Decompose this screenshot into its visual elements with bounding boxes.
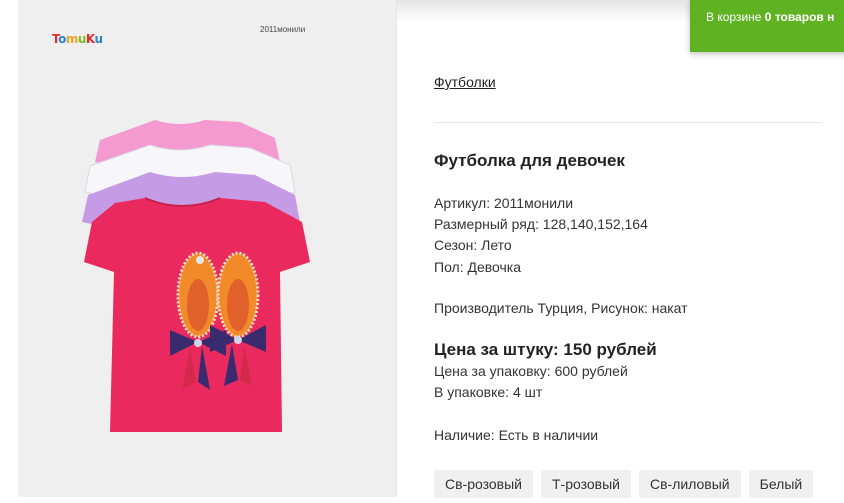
divider [434, 122, 822, 123]
article-text: Артикул: 2011монили [434, 195, 574, 211]
variant-light-lilac-button[interactable]: Св-лиловый [639, 470, 741, 498]
variant-light-pink-button[interactable]: Св-розовый [434, 470, 533, 498]
cart-count: 0 [764, 10, 772, 24]
product-title: Футболка для девочек [434, 151, 625, 170]
sizes-text: Размерный ряд: 128,140,152,164 [434, 216, 648, 232]
cart-banner[interactable]: В корзине 0 товаров н [690, 0, 844, 52]
pack-quantity: В упаковке: 4 шт [434, 384, 543, 400]
price-per-pack: Цена за упаковку: 600 рублей [434, 363, 628, 379]
variant-dark-pink-button[interactable]: Т-розовый [541, 470, 631, 498]
header-shadow [396, 0, 690, 22]
color-variants: Св-розовый Т-розовый Св-лиловый Белый [434, 470, 814, 498]
cart-suffix: товаров н [774, 10, 835, 24]
variant-white-button[interactable]: Белый [748, 470, 814, 498]
gender-text: Пол: Девочка [434, 259, 522, 275]
tshirts-image [82, 120, 310, 432]
brand-logo: TomuKu [52, 32, 103, 46]
photo-code-label: 2011монили [260, 25, 306, 34]
maker-text: Производитель Турция, Рисунок: накат [434, 300, 688, 316]
cart-text: В корзине 0 товаров н [706, 10, 834, 24]
category-link[interactable]: Футболки [434, 74, 496, 90]
cart-prefix: В корзине [706, 10, 762, 24]
season-text: Сезон: Лето [434, 237, 512, 253]
price-per-unit: Цена за штуку: 150 рублей [434, 340, 657, 359]
availability-text: Наличие: Есть в наличии [434, 427, 599, 443]
product-image-panel[interactable]: TomuKu 2011монили [18, 0, 397, 497]
